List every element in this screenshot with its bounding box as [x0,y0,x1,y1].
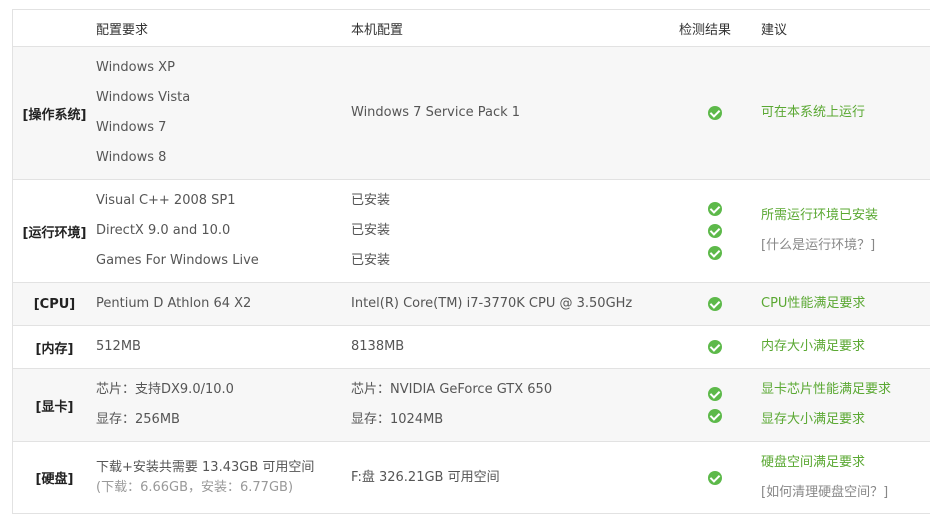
requirement-detail: (下载：6.66GB，安装：6.77GB) [96,479,294,495]
table-row-runtime: [运行环境] Visual C++ 2008 SP1 DirectX 9.0 a… [13,179,930,283]
requirement-cell: Windows XP Windows Vista Windows 7 Windo… [96,46,351,180]
table-row-cpu: [CPU] Pentium D Athlon 64 X2 Intel(R) Co… [13,282,930,326]
requirement-item: Windows 7 [96,120,167,135]
requirement-item: Windows 8 [96,150,167,165]
suggestion-cell: 可在本系统上运行 [761,46,930,180]
suggestion-cell: 所需运行环境已安装 [什么是运行环境？] [761,179,930,283]
check-circle-icon [707,202,722,216]
local-value: F:盘 326.21GB 可用空间 [351,469,500,485]
local-config-cell: 8138MB [351,325,668,369]
local-value: 已安装 [351,193,391,208]
local-config-cell: 已安装 已安装 已安装 [351,179,668,283]
requirement-cell: 芯片：支持DX9.0/10.0 显存：256MB [96,368,351,442]
header-requirement: 配置要求 [96,10,351,47]
requirement-item: Pentium D Athlon 64 X2 [96,296,252,311]
result-cell [668,368,761,442]
category-label: [CPU] [13,282,96,326]
local-value: Intel(R) Core(TM) i7-3770K CPU @ 3.50GHz [351,296,633,311]
suggestion-cell: 内存大小满足要求 [761,325,930,369]
suggestion-cell: CPU性能满足要求 [761,282,930,326]
result-cell [668,179,761,283]
check-circle-icon [707,106,722,120]
local-config-cell: Intel(R) Core(TM) i7-3770K CPU @ 3.50GHz [351,282,668,326]
suggestion-text: CPU性能满足要求 [761,296,866,311]
local-value: 芯片：NVIDIA GeForce GTX 650 [351,382,553,397]
category-label: [操作系统] [13,46,96,180]
category-label: [运行环境] [13,179,96,283]
suggestion-cell: 硬盘空间满足要求 [如何清理硬盘空间？] [761,441,930,514]
requirement-item: Visual C++ 2008 SP1 [96,193,236,208]
result-cell [668,46,761,180]
result-cell [668,441,761,514]
header-local-config: 本机配置 [351,10,668,47]
requirement-cell: 512MB [96,325,351,369]
requirement-cell: Visual C++ 2008 SP1 DirectX 9.0 and 10.0… [96,179,351,283]
requirement-cell: 下载+安装共需要 13.43GB 可用空间 (下载：6.66GB，安装：6.77… [96,441,351,514]
requirements-table: 配置要求 本机配置 检测结果 建议 [操作系统] Windows XP Wind… [13,10,930,514]
suggestion-text: 所需运行环境已安装 [761,208,879,223]
table-header-row: 配置要求 本机配置 检测结果 建议 [13,10,930,47]
header-result: 检测结果 [668,10,761,47]
requirement-item: 芯片：支持DX9.0/10.0 [96,382,234,397]
disk-cleanup-help-link[interactable]: [如何清理硬盘空间？] [761,478,930,508]
requirement-item: Windows Vista [96,90,191,105]
local-value: 已安装 [351,253,391,268]
category-label: [内存] [13,325,96,369]
local-value: 已安装 [351,223,391,238]
check-circle-icon [707,297,722,311]
suggestion-text: 内存大小满足要求 [761,339,866,354]
category-label: [硬盘] [13,441,96,514]
check-circle-icon [707,246,722,260]
check-circle-icon [707,409,722,423]
local-config-cell: Windows 7 Service Pack 1 [351,46,668,180]
table-row-gpu: [显卡] 芯片：支持DX9.0/10.0 显存：256MB 芯片：NVIDIA … [13,368,930,442]
category-label: [显卡] [13,368,96,442]
suggestion-text: 可在本系统上运行 [761,105,866,120]
table-row-os: [操作系统] Windows XP Windows Vista Windows … [13,46,930,180]
result-cell [668,325,761,369]
local-value: 显存：1024MB [351,412,444,427]
check-circle-icon [707,470,722,485]
header-suggestion: 建议 [761,10,930,47]
requirement-item: DirectX 9.0 and 10.0 [96,223,231,238]
suggestion-text: 显卡芯片性能满足要求 [761,382,892,397]
table-row-disk: [硬盘] 下载+安装共需要 13.43GB 可用空间 (下载：6.66GB，安装… [13,441,930,514]
requirement-item: 下载+安装共需要 13.43GB 可用空间 [96,459,315,475]
check-circle-icon [707,387,722,401]
suggestion-text: 硬盘空间满足要求 [761,454,866,470]
header-category [13,10,96,47]
check-circle-icon [707,340,722,354]
requirement-item: 512MB [96,339,141,354]
local-config-cell: 芯片：NVIDIA GeForce GTX 650 显存：1024MB [351,368,668,442]
requirement-item: 显存：256MB [96,412,180,427]
result-cell [668,282,761,326]
suggestion-cell: 显卡芯片性能满足要求 显存大小满足要求 [761,368,930,442]
local-value: Windows 7 Service Pack 1 [351,105,521,120]
runtime-help-link[interactable]: [什么是运行环境？] [761,231,930,261]
local-value: 8138MB [351,339,405,354]
requirements-table-container: 配置要求 本机配置 检测结果 建议 [操作系统] Windows XP Wind… [12,9,930,514]
check-circle-icon [707,224,722,238]
requirement-item: Games For Windows Live [96,253,259,268]
local-config-cell: F:盘 326.21GB 可用空间 [351,441,668,514]
requirement-cell: Pentium D Athlon 64 X2 [96,282,351,326]
requirement-item: Windows XP [96,60,175,75]
suggestion-text: 显存大小满足要求 [761,412,866,427]
table-row-memory: [内存] 512MB 8138MB 内存大小满足要求 [13,325,930,369]
